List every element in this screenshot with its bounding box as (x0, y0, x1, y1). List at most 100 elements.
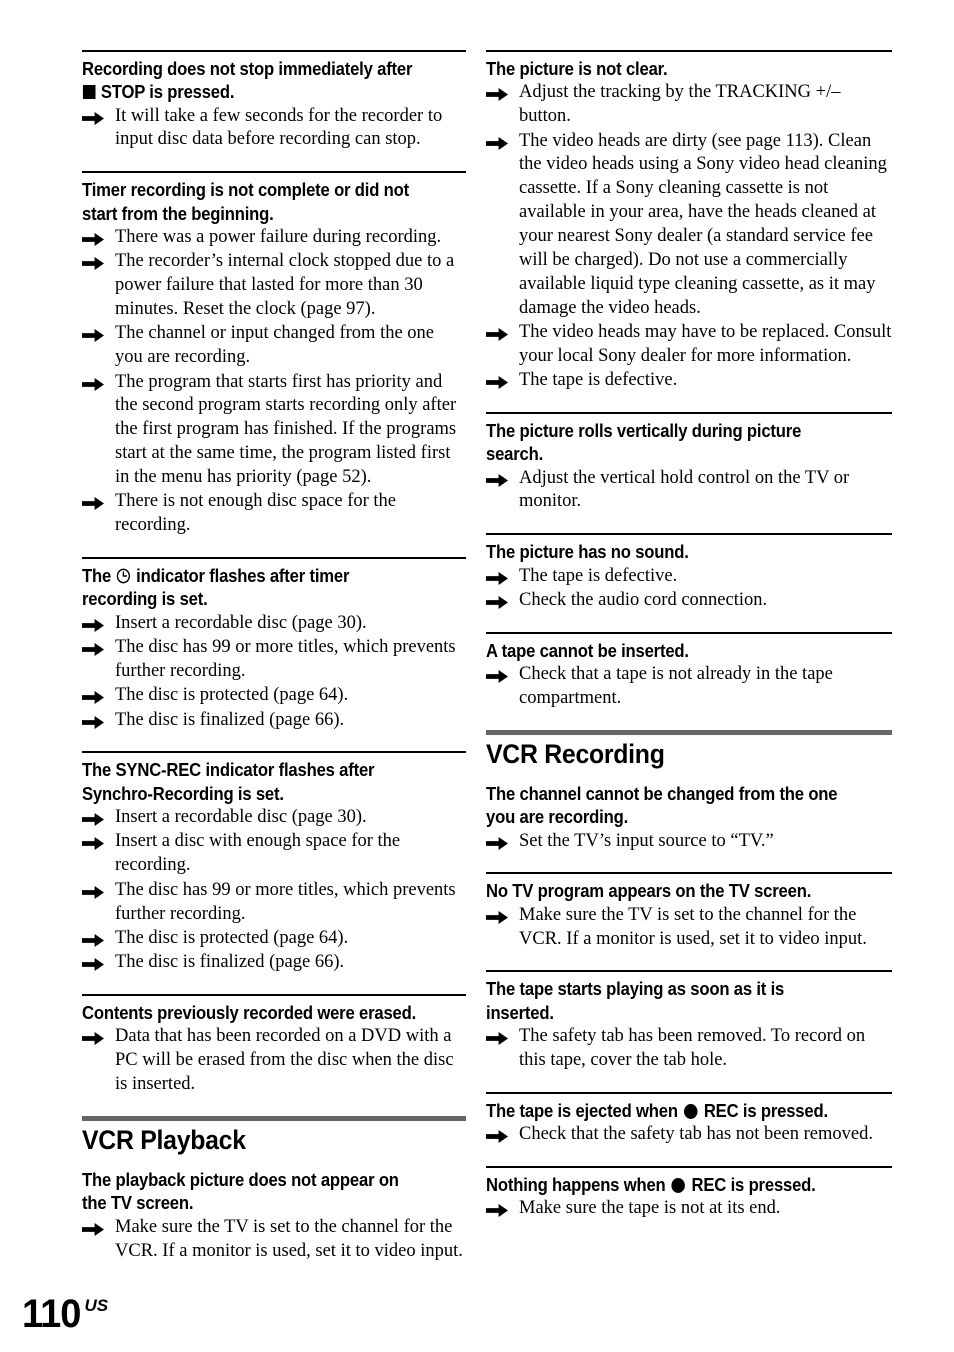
arrow-bullet-icon (486, 467, 512, 487)
arrow-bullet-icon (486, 1197, 512, 1218)
heading-text-run: REC is pressed. (699, 1099, 828, 1121)
remedy-list: The safety tab has been removed. To reco… (486, 1025, 892, 1073)
list-item: Check that the safety tab has not been r… (486, 1123, 892, 1147)
problem-heading: The tape is ejected when REC is pressed. (486, 1099, 851, 1122)
horizontal-rule (82, 50, 466, 52)
arrow-bullet-icon (82, 830, 108, 851)
list-item: The video heads are dirty (see page 113)… (486, 130, 892, 321)
horizontal-rule (486, 631, 892, 634)
section-heading: VCR Playback (82, 1124, 246, 1155)
problem-heading: The picture has no sound. (486, 541, 689, 563)
arrow-bullet-icon (82, 105, 108, 125)
remedy-list: Insert a recordable disc (page 30). Inser… (82, 806, 466, 975)
section-block: VCR Playback (82, 1115, 466, 1155)
horizontal-rule (82, 751, 466, 754)
problem-heading: Contents previously recorded were erased… (82, 1002, 417, 1024)
arrow-bullet-icon (82, 684, 108, 705)
remedy-text: Data that has been recorded on a DVD wit… (115, 1026, 454, 1095)
troubleshooting-block: The tape is ejected when REC is pressed.… (486, 1091, 892, 1147)
remedy-text: The disc has 99 or more titles, which pr… (115, 637, 456, 681)
page-number-region-suffix: US (84, 1296, 109, 1315)
arrow-bullet-icon (486, 904, 512, 924)
remedy-text: The recorder’s internal clock stopped du… (115, 251, 455, 319)
list-item: Check the audio cord connection. (486, 589, 892, 613)
arrow-bullet-icon (486, 369, 512, 390)
problem-heading: Nothing happens when REC is pressed. (486, 1173, 851, 1196)
arrow-bullet-icon (82, 612, 108, 632)
remedy-text: The disc is finalized (page 66). (115, 709, 345, 730)
list-item: The disc is protected (page 64). (82, 927, 466, 951)
problem-heading: The channel cannot be changed from the o… (486, 782, 838, 828)
section-rule (82, 1115, 466, 1121)
horizontal-rule (486, 1091, 892, 1094)
problem-heading: No TV program appears on the TV screen. (486, 880, 812, 902)
list-item: Make sure the tape is not at its end. (486, 1197, 892, 1221)
problem-heading: A tape cannot be inserted. (486, 639, 689, 661)
arrow-bullet-icon (486, 1123, 512, 1144)
arrow-bullet-icon (486, 1025, 512, 1046)
arrow-bullet-icon (82, 1025, 108, 1046)
list-item: The disc is finalized (page 66). (82, 709, 466, 733)
remedy-text: The program that starts first has priori… (115, 371, 457, 487)
remedy-list: Insert a recordable disc (page 30). The d… (82, 612, 466, 733)
list-item: The program that starts first has priori… (82, 371, 466, 490)
remedy-list: Adjust the tracking by the TRACKING +/– … (486, 81, 892, 393)
remedy-list: Make sure the TV is set to the channel f… (486, 904, 892, 952)
remedy-text: There is not enough disc space for the r… (115, 491, 397, 536)
remedy-text: The disc is protected (page 64). (115, 685, 349, 706)
remedy-text: Make sure the TV is set to the channel f… (115, 1216, 463, 1261)
remedy-text: The channel or input changed from the on… (115, 323, 435, 368)
horizontal-rule (82, 557, 466, 560)
heading-text-run: STOP is pressed. (96, 81, 235, 103)
page-number: 110 (22, 1292, 81, 1336)
arrow-bullet-icon (82, 636, 108, 657)
remedy-list: Adjust the vertical hold control on the … (486, 467, 892, 515)
troubleshooting-block: No TV program appears on the TV screen. M… (486, 872, 892, 951)
problem-heading: The playback picture does not appear on … (82, 1169, 399, 1214)
arrow-bullet-icon (486, 321, 512, 341)
remedy-text: Insert a recordable disc (page 30). (115, 612, 367, 633)
troubleshooting-block: Nothing happens when REC is pressed. Make… (486, 1165, 892, 1221)
arrow-bullet-icon (486, 81, 512, 102)
arrow-bullet-icon (82, 371, 108, 391)
troubleshooting-block: The SYNC-REC indicator flashes after Syn… (82, 751, 466, 975)
arrow-bullet-icon (82, 927, 108, 947)
remedy-text: The tape is defective. (519, 370, 678, 391)
remedy-list: It will take a few seconds for the recor… (82, 105, 466, 153)
section-rule (486, 729, 892, 735)
right-column: The picture is not clear. Adjust the trac… (478, 0, 954, 1262)
list-item: The tape is defective. (486, 565, 892, 589)
list-item: Insert a recordable disc (page 30). (82, 612, 466, 636)
list-item: Insert a recordable disc (page 30). (82, 806, 466, 830)
problem-heading: The picture is not clear. (486, 58, 668, 79)
list-item: Check that a tape is not already in the … (486, 663, 892, 711)
remedy-text: Adjust the vertical hold control on the … (519, 467, 850, 512)
list-item: Adjust the vertical hold control on the … (486, 467, 892, 515)
remedy-text: The safety tab has been removed. To reco… (519, 1026, 866, 1070)
remedy-text: The disc is protected (page 64). (115, 927, 349, 948)
arrow-bullet-icon (486, 565, 512, 585)
remedy-list: Make sure the tape is not at its end. (486, 1197, 892, 1221)
list-item: The recorder’s internal clock stopped du… (82, 250, 466, 322)
arrow-bullet-icon (486, 663, 512, 684)
left-column: Recording does not stop immediately afte… (0, 0, 478, 1262)
troubleshooting-block: Contents previously recorded were erased… (82, 994, 466, 1097)
list-item: Adjust the tracking by the TRACKING +/– … (486, 81, 892, 129)
remedy-text: Check the audio cord connection. (519, 589, 768, 610)
troubleshooting-block: The playback picture does not appear on … (82, 1168, 466, 1263)
section-block: VCR Recording (486, 729, 892, 769)
list-item: The tape is defective. (486, 369, 892, 393)
list-item: The disc has 99 or more titles, which pr… (82, 879, 466, 927)
problem-heading: The picture rolls vertically during pict… (486, 419, 802, 465)
remedy-text: It will take a few seconds for the recor… (115, 105, 443, 150)
list-item: There is not enough disc space for the r… (82, 490, 466, 538)
problem-heading: The tape starts playing as soon as it is… (486, 978, 785, 1023)
remedy-list: The tape is defective. Check the audio co… (486, 565, 892, 613)
arrow-bullet-icon (82, 322, 108, 343)
remedy-text: Insert a recordable disc (page 30). (115, 807, 367, 828)
list-item: Make sure the TV is set to the channel f… (486, 904, 892, 952)
troubleshooting-block: The tape starts playing as soon as it is… (486, 970, 892, 1072)
list-item: Data that has been recorded on a DVD wit… (82, 1025, 466, 1097)
remedy-text: Set the TV’s input source to “TV.” (519, 830, 774, 851)
list-item: The safety tab has been removed. To reco… (486, 1025, 892, 1073)
